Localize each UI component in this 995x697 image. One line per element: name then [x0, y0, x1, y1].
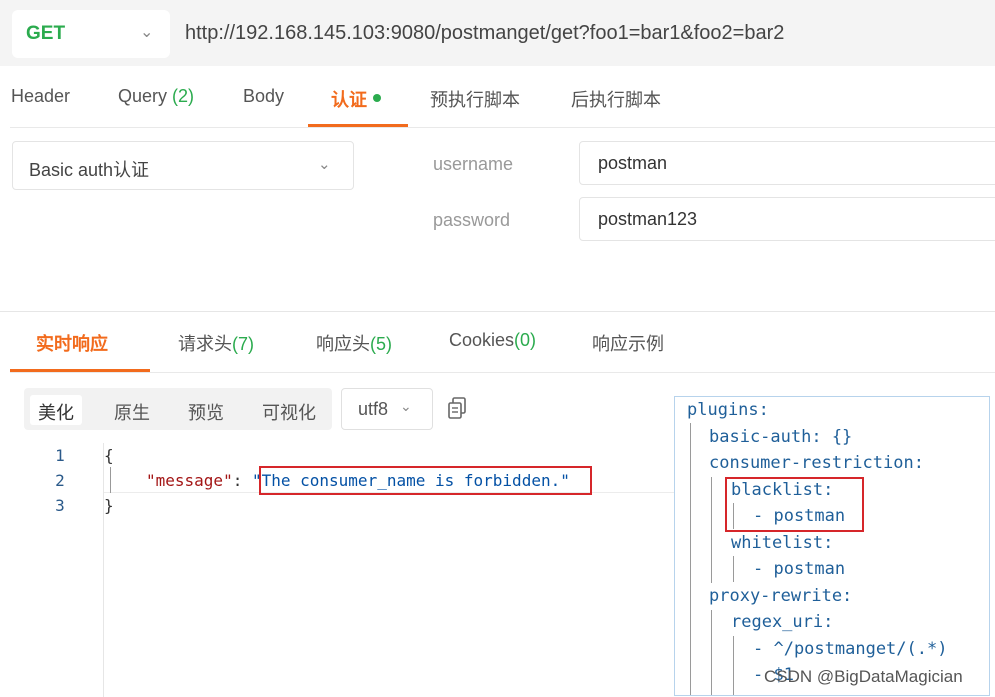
tab-request-headers[interactable]: 请求头(7)	[178, 330, 254, 356]
yaml-line: consumer-restriction:	[709, 453, 924, 473]
username-value: postman	[598, 153, 668, 173]
password-value: postman123	[598, 209, 698, 229]
indent-guide	[110, 467, 111, 493]
gutter-divider	[103, 443, 104, 697]
tab-cookies-label: Cookies	[449, 330, 515, 350]
view-pretty-button[interactable]: 美化	[30, 395, 82, 425]
encoding-label: utf8	[358, 399, 389, 419]
tab-request-headers-count: (7)	[232, 334, 254, 354]
tab-post-script[interactable]: 后执行脚本	[571, 86, 661, 112]
json-key: "message"	[146, 471, 233, 490]
line-number: 3	[55, 496, 65, 515]
response-tab-divider	[10, 372, 995, 373]
tab-query-label: Query	[118, 86, 168, 106]
indent-guide	[733, 636, 734, 695]
json-close-brace: }	[104, 496, 114, 515]
yaml-line: basic-auth: {}	[709, 427, 853, 447]
tab-pre-script[interactable]: 预执行脚本	[430, 86, 520, 112]
tab-auth-label: 认证	[331, 90, 367, 110]
yaml-line: plugins:	[687, 400, 769, 420]
view-raw-button[interactable]: 原生	[106, 395, 158, 425]
tab-response-headers-count: (5)	[370, 334, 392, 354]
username-label: username	[433, 154, 514, 174]
tab-response-headers[interactable]: 响应头(5)	[316, 330, 392, 356]
indent-guide	[711, 477, 712, 583]
copy-icon[interactable]	[446, 396, 470, 422]
line-number: 1	[55, 446, 65, 465]
tab-response-example[interactable]: 响应示例	[592, 330, 664, 356]
watermark: CSDN @BigDataMagician	[764, 667, 963, 686]
yaml-line: regex_uri:	[731, 612, 834, 632]
yaml-line: proxy-rewrite:	[709, 586, 853, 606]
method-label: GET	[26, 23, 66, 44]
indent-guide	[690, 423, 691, 695]
tab-query-count: (2)	[172, 86, 195, 106]
highlight-box	[725, 477, 864, 532]
tab-auth[interactable]: 认证	[331, 86, 381, 112]
yaml-line: whitelist:	[731, 533, 834, 553]
auth-type-label: Basic auth认证	[29, 160, 150, 180]
yaml-line: - postman	[753, 559, 846, 579]
section-divider	[0, 311, 995, 312]
tab-cookies-count: (0)	[514, 330, 537, 350]
encoding-select[interactable]: utf8 ⌄	[341, 388, 433, 430]
status-dot-icon	[373, 94, 381, 103]
tab-divider	[10, 127, 995, 128]
view-visualize-button[interactable]: 可视化	[254, 395, 324, 425]
auth-type-select[interactable]: Basic auth认证 ⌄	[12, 141, 354, 190]
tab-realtime-response[interactable]: 实时响应	[36, 330, 108, 356]
view-preview-button[interactable]: 预览	[180, 395, 232, 425]
view-mode-group: 美化 原生 预览 可视化	[24, 388, 332, 430]
tab-response-headers-label: 响应头	[316, 334, 370, 354]
highlight-box	[259, 466, 592, 495]
password-field[interactable]: postman123	[579, 197, 995, 241]
json-open-brace: {	[104, 446, 114, 465]
yaml-line: - ^/postmanget/(.*)	[753, 639, 948, 659]
url-bar: GET ⌄ http://192.168.145.103:9080/postma…	[0, 0, 995, 66]
line-number: 2	[55, 471, 65, 490]
indent-guide	[711, 610, 712, 695]
tab-body[interactable]: Body	[243, 86, 284, 107]
chevron-down-icon: ⌄	[400, 398, 412, 414]
chevron-down-icon: ⌄	[140, 24, 154, 41]
method-select[interactable]: GET ⌄	[12, 10, 170, 58]
tab-query[interactable]: Query (2)	[118, 86, 194, 107]
username-field[interactable]: postman	[579, 141, 995, 185]
tab-cookies[interactable]: Cookies(0)	[449, 330, 536, 351]
yaml-config-overlay: plugins: basic-auth: {} consumer-restric…	[674, 396, 990, 696]
tab-header[interactable]: Header	[11, 86, 70, 107]
json-colon: :	[232, 471, 252, 490]
url-input[interactable]: http://192.168.145.103:9080/postmanget/g…	[185, 22, 784, 45]
indent-guide	[733, 556, 734, 582]
password-label: password	[433, 210, 511, 230]
tab-request-headers-label: 请求头	[178, 334, 232, 354]
chevron-down-icon: ⌄	[318, 156, 331, 173]
